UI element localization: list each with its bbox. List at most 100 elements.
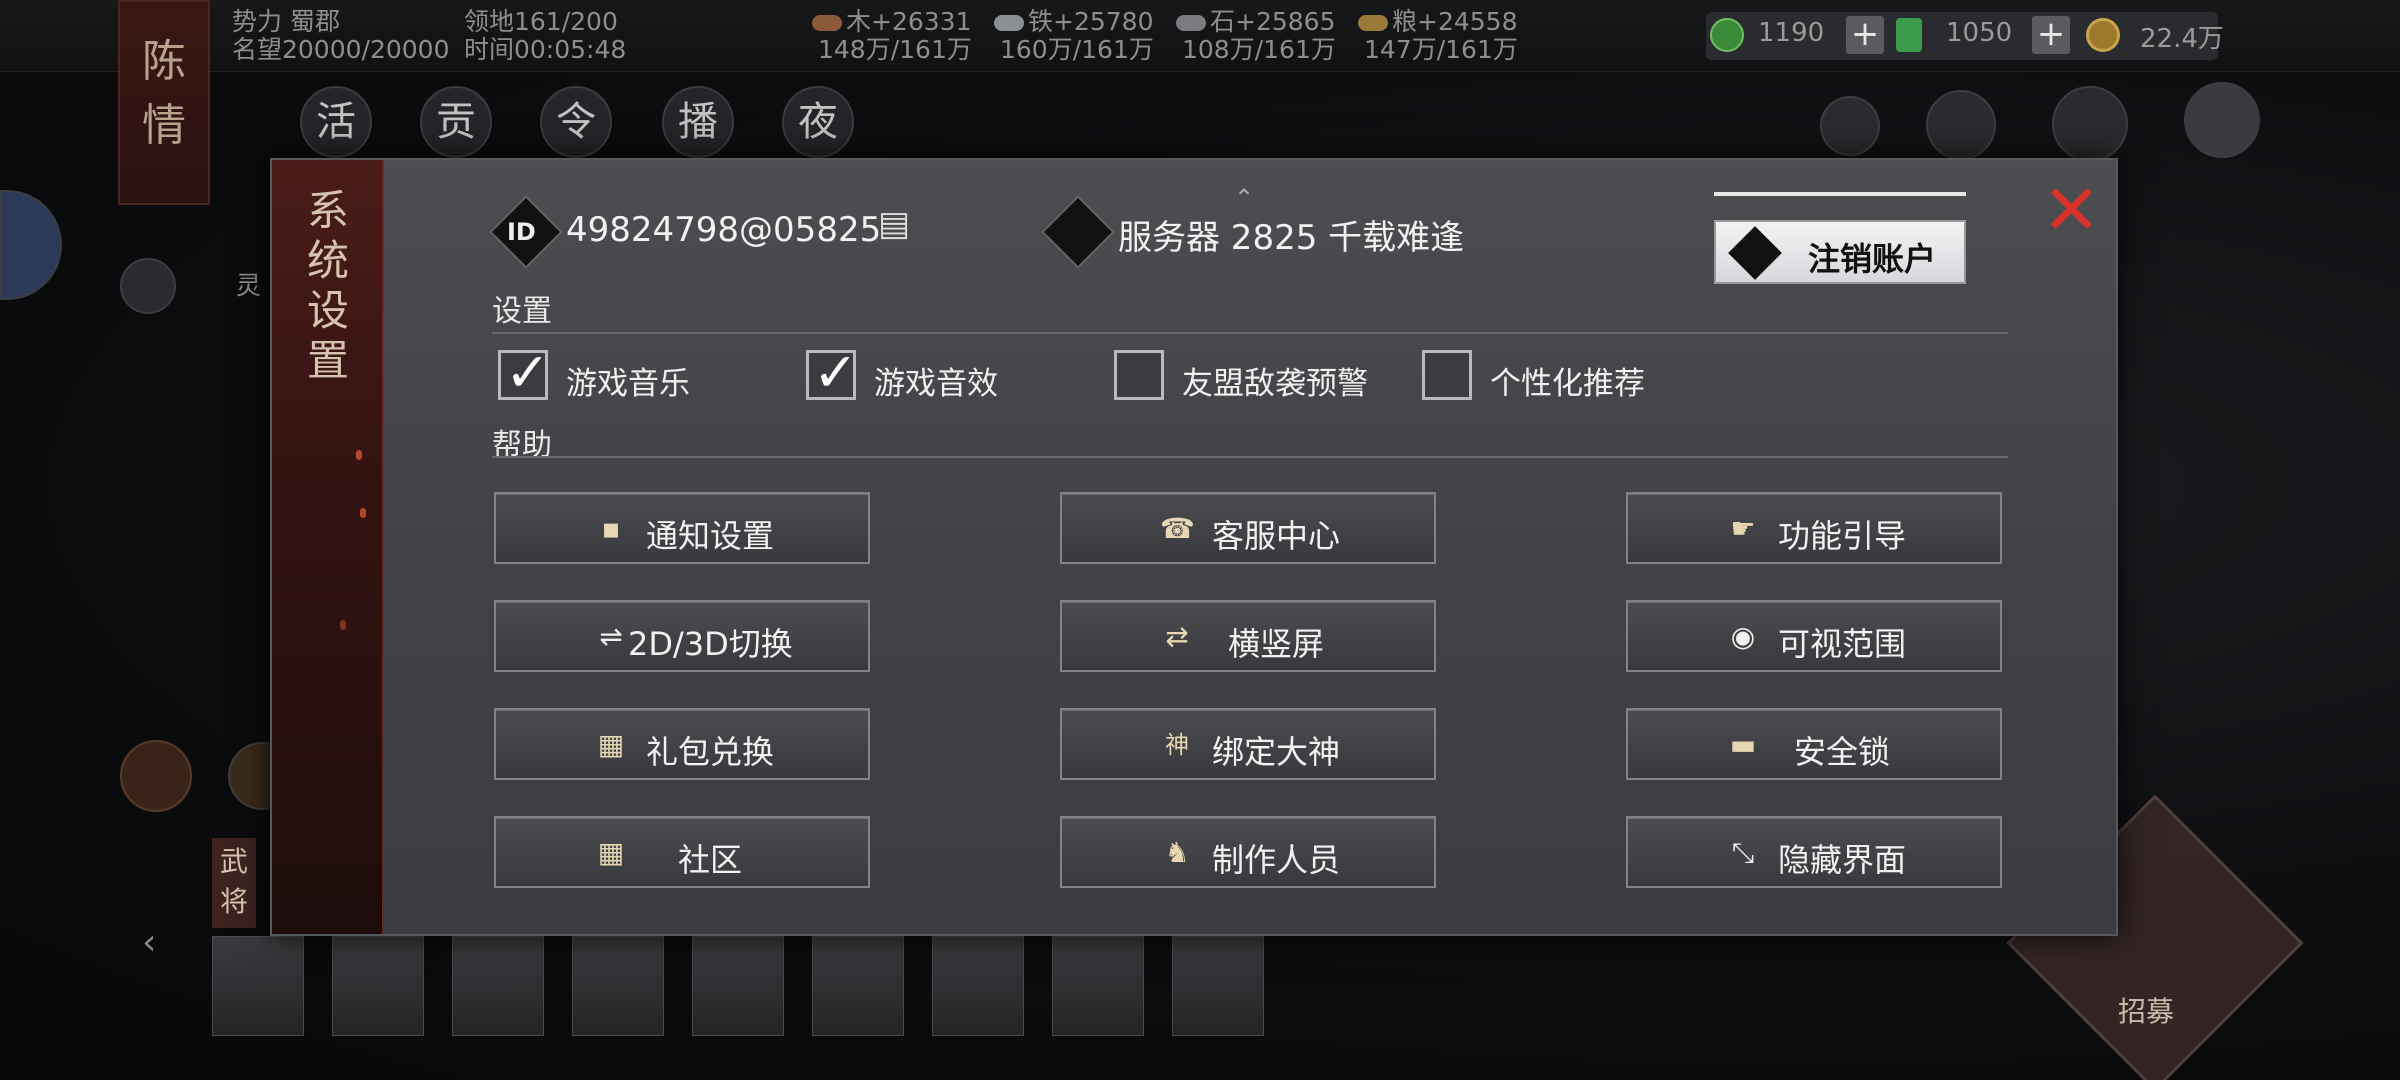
hero-card[interactable] bbox=[1052, 936, 1144, 1036]
search-icon[interactable] bbox=[2052, 86, 2128, 162]
customer-service-button[interactable]: ☎ 客服中心 bbox=[1060, 492, 1436, 564]
game-music-checkbox[interactable]: ✓ bbox=[498, 341, 550, 404]
stone-stock: 108万/161万 bbox=[1182, 35, 1336, 64]
feature-guide-button[interactable]: ☛ 功能引导 bbox=[1626, 492, 2002, 564]
phone-icon: ☎ bbox=[1160, 512, 1195, 545]
button-label: 社区 bbox=[678, 841, 743, 879]
server-info: 服务器 2825 千载难逢 bbox=[1118, 218, 1465, 258]
button-label: 制作人员 bbox=[1212, 841, 1341, 879]
chevron-up-icon[interactable]: ⌃ bbox=[1234, 184, 1254, 212]
horse-icon: ♞ bbox=[1164, 836, 1190, 869]
lock-icon: ▬ bbox=[1729, 728, 1757, 761]
gift-icon: ▦ bbox=[597, 836, 625, 869]
recruit-label: 招募 bbox=[2118, 995, 2175, 1028]
logout-account-button[interactable]: 注销账户 bbox=[1714, 220, 1966, 284]
credits-button[interactable]: ♞ 制作人员 bbox=[1060, 816, 1436, 888]
button-label: 功能引导 bbox=[1778, 517, 1907, 555]
nav-broadcast[interactable]: 播 bbox=[662, 86, 734, 158]
token-icon bbox=[1896, 18, 1922, 52]
server-icon bbox=[1041, 195, 1115, 269]
add-jade-button[interactable]: + bbox=[1846, 16, 1884, 54]
resource-bar: 势力 蜀郡 名望20000/20000 领地161/200 时间00:05:48… bbox=[0, 0, 2400, 72]
view-range-button[interactable]: ◉ 可视范围 bbox=[1626, 600, 2002, 672]
button-label: 安全锁 bbox=[1794, 733, 1891, 771]
gift-redeem-button[interactable]: ▦ 礼包兑换 bbox=[494, 708, 870, 780]
nav-night[interactable]: 夜 bbox=[782, 86, 854, 158]
ember-decoration bbox=[340, 620, 346, 630]
nav-activity[interactable]: 活 bbox=[300, 86, 372, 158]
copy-icon[interactable]: ▤ bbox=[878, 204, 910, 244]
hero-card[interactable] bbox=[1172, 936, 1264, 1036]
settings-section-label: 设置 bbox=[492, 294, 552, 329]
advisor-avatar[interactable] bbox=[120, 740, 192, 812]
notification-settings-button[interactable]: ▪ 通知设置 bbox=[494, 492, 870, 564]
reputation-text: 名望20000/20000 bbox=[232, 35, 450, 64]
faction-text: 势力 蜀郡 bbox=[232, 7, 340, 36]
jade-icon bbox=[1710, 18, 1744, 52]
nav-order[interactable]: 令 bbox=[540, 86, 612, 158]
alliance-raid-alert-checkbox[interactable] bbox=[1114, 350, 1164, 400]
hide-interface-button[interactable]: ⤡ 隐藏界面 bbox=[1626, 816, 2002, 888]
chevron-left-icon[interactable]: ‹ bbox=[142, 922, 156, 963]
button-label: 横竖屏 bbox=[1228, 625, 1325, 663]
ember-decoration bbox=[360, 508, 366, 518]
expand-arrow-icon[interactable] bbox=[1820, 96, 1880, 156]
map-pin-icon[interactable] bbox=[2184, 82, 2260, 158]
button-label: 可视范围 bbox=[1778, 625, 1907, 663]
horse-icon[interactable] bbox=[120, 258, 176, 314]
territory-text: 领地161/200 bbox=[464, 7, 618, 36]
grain-stock: 147万/161万 bbox=[1364, 35, 1518, 64]
cloud-weather-icon[interactable] bbox=[1926, 90, 1996, 160]
button-label: 客服中心 bbox=[1212, 517, 1341, 555]
nav-contribution[interactable]: 贡 bbox=[420, 86, 492, 158]
eye-icon: ◉ bbox=[1730, 620, 1756, 653]
iron-gain: 铁+25780 bbox=[994, 8, 1153, 36]
close-icon[interactable]: ✕ bbox=[2042, 175, 2101, 245]
rotate-icon: ⇄ bbox=[1165, 620, 1189, 653]
help-divider bbox=[492, 456, 2008, 458]
button-label: 隐藏界面 bbox=[1778, 841, 1907, 879]
side-label: 灵 bbox=[236, 271, 262, 300]
city-banner[interactable]: 陈 情 bbox=[118, 0, 210, 205]
alliance-raid-alert-label: 友盟敌袭预警 bbox=[1182, 366, 1368, 402]
hero-card[interactable] bbox=[452, 936, 544, 1036]
hero-card[interactable] bbox=[932, 936, 1024, 1036]
community-button[interactable]: ▦ 社区 bbox=[494, 816, 870, 888]
hero-tab-char: 武 bbox=[219, 845, 248, 878]
system-settings-dialog: 系 统 设 置 ID 49824798@05825 ▤ 服务器 2825 千载难… bbox=[270, 158, 2118, 936]
logout-label: 注销账户 bbox=[1808, 240, 1937, 278]
game-sfx-checkbox[interactable]: ✓ bbox=[806, 341, 858, 404]
copper-count: 22.4万 bbox=[2140, 24, 2224, 54]
title-char: 设 bbox=[306, 286, 349, 335]
grain-icon bbox=[1358, 15, 1388, 31]
hero-card[interactable] bbox=[212, 936, 304, 1036]
security-lock-button[interactable]: ▬ 安全锁 bbox=[1626, 708, 2002, 780]
wood-gain: 木+26331 bbox=[812, 8, 971, 36]
button-label: 绑定大神 bbox=[1212, 733, 1341, 771]
id-badge-label: ID bbox=[507, 218, 536, 246]
hero-card[interactable] bbox=[332, 936, 424, 1036]
button-label: 2D/3D切换 bbox=[628, 625, 793, 663]
checkmark-icon: ✓ bbox=[813, 341, 859, 404]
personalized-recommend-checkbox[interactable] bbox=[1422, 350, 1472, 400]
toggle-2d-3d-button[interactable]: ⇌ 2D/3D切换 bbox=[494, 600, 870, 672]
personalized-recommend-label: 个性化推荐 bbox=[1490, 366, 1645, 402]
checkmark-icon: ✓ bbox=[505, 341, 551, 404]
stone-gain: 石+25865 bbox=[1176, 8, 1335, 36]
settings-divider bbox=[492, 332, 2008, 334]
hero-card[interactable] bbox=[812, 936, 904, 1036]
banner-char: 陈 bbox=[142, 36, 186, 87]
hero-tab[interactable]: 武 将 bbox=[212, 838, 256, 928]
title-char: 置 bbox=[306, 336, 349, 385]
hero-card[interactable] bbox=[572, 936, 664, 1036]
logout-divider bbox=[1714, 192, 1966, 196]
hero-card[interactable] bbox=[692, 936, 784, 1036]
resize-arrow-icon: ⤡ bbox=[1731, 836, 1755, 869]
title-char: 统 bbox=[306, 236, 349, 285]
screen-orientation-button[interactable]: ⇄ 横竖屏 bbox=[1060, 600, 1436, 672]
add-token-button[interactable]: + bbox=[2032, 16, 2070, 54]
game-sfx-label: 游戏音效 bbox=[874, 366, 998, 402]
bind-dashen-button[interactable]: 神 绑定大神 bbox=[1060, 708, 1436, 780]
swap-arrows-icon: ⇌ bbox=[599, 620, 623, 653]
god-badge-icon: 神 bbox=[1165, 731, 1189, 759]
